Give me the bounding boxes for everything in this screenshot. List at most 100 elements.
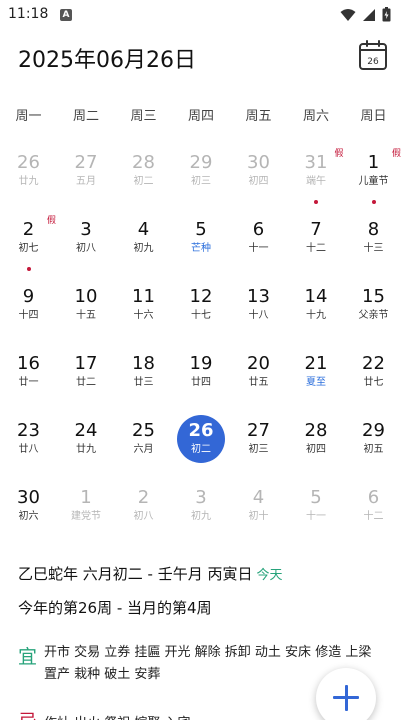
day-cell[interactable]: 29 初五 bbox=[345, 413, 402, 473]
lunar-date-text: 乙巳蛇年 六月初二 - 壬午月 丙寅日 bbox=[18, 565, 253, 583]
weekday-label: 周六 bbox=[302, 109, 329, 124]
weekday-label: 周日 bbox=[360, 109, 387, 124]
day-number: 9 bbox=[22, 286, 35, 307]
day-cell[interactable]: 14 十九 bbox=[288, 279, 345, 339]
day-number: 6 bbox=[367, 487, 380, 508]
day-cell[interactable]: 13 十八 bbox=[230, 279, 287, 339]
lunar-day: 十八 bbox=[248, 310, 269, 321]
day-cell[interactable]: 25 六月 bbox=[115, 413, 172, 473]
lunar-day: 十六 bbox=[133, 310, 154, 321]
day-cell[interactable]: 3 初九 bbox=[173, 480, 230, 540]
lunar-day: 初二 bbox=[191, 444, 211, 455]
day-cell[interactable]: 26 廿九 bbox=[0, 145, 57, 205]
day-cell[interactable]: 24 廿九 bbox=[58, 413, 115, 473]
day-cell[interactable]: 16 廿一 bbox=[0, 346, 57, 406]
wifi-icon bbox=[340, 8, 356, 21]
day-number: 29 bbox=[362, 420, 385, 441]
lunar-day: 廿一 bbox=[18, 377, 39, 388]
day-number: 23 bbox=[17, 420, 40, 441]
holiday-badge: 假 bbox=[46, 216, 56, 226]
lunar-day: 廿九 bbox=[76, 444, 96, 455]
day-cell[interactable]: 6 十二 bbox=[345, 480, 402, 540]
week-number-line: 今年的第26周 - 当月的第4周 bbox=[18, 599, 212, 617]
day-cell[interactable]: 30 初六 bbox=[0, 480, 57, 540]
lunar-day: 十一 bbox=[248, 243, 269, 254]
plus-icon-vertical bbox=[344, 685, 348, 711]
day-cell[interactable]: 6 十一 bbox=[230, 212, 287, 272]
day-number: 14 bbox=[304, 286, 328, 307]
day-number: 19 bbox=[189, 353, 213, 374]
holiday-badge: 假 bbox=[391, 149, 401, 159]
day-cell[interactable]: 5 芒种 bbox=[173, 212, 230, 272]
calendar-icon-day: 26 bbox=[367, 57, 379, 67]
page-title: 2025年06月26日 bbox=[18, 48, 196, 73]
lunar-day: 初二 bbox=[133, 176, 154, 187]
add-event-button[interactable] bbox=[316, 668, 376, 720]
day-cell[interactable]: 27 初三 bbox=[230, 413, 287, 473]
day-cell[interactable]: 15 父亲节 bbox=[345, 279, 402, 339]
day-cell[interactable]: 12 十七 bbox=[173, 279, 230, 339]
day-cell[interactable]: 22 廿七 bbox=[345, 346, 402, 406]
day-cell[interactable]: 19 廿四 bbox=[173, 346, 230, 406]
day-number: 15 bbox=[362, 286, 385, 307]
lunar-day: 十四 bbox=[18, 310, 39, 321]
day-cell[interactable]: 3 初八 bbox=[58, 212, 115, 272]
day-number: 28 bbox=[304, 420, 328, 441]
day-cell[interactable]: 30 初四 bbox=[230, 145, 287, 205]
day-cell[interactable]: 29 初三 bbox=[173, 145, 230, 205]
today-label: 今天 bbox=[256, 568, 283, 583]
cellular-signal-icon bbox=[363, 8, 375, 21]
lunar-day: 儿童节 bbox=[358, 176, 389, 187]
lunar-day: 初十 bbox=[248, 511, 269, 522]
day-cell[interactable]: 28 初四 bbox=[288, 413, 345, 473]
day-number: 2 bbox=[137, 487, 150, 508]
day-cell-selected[interactable]: 26 初二 bbox=[173, 413, 230, 473]
yi-label: 宜 bbox=[18, 646, 38, 668]
lunar-day: 十七 bbox=[191, 310, 211, 321]
day-cell[interactable]: 27 五月 bbox=[58, 145, 115, 205]
lunar-date-line: 乙巳蛇年 六月初二 - 壬午月 丙寅日 今天 bbox=[18, 563, 283, 584]
weekday-label: 周五 bbox=[245, 109, 272, 124]
day-cell[interactable]: 18 廿三 bbox=[115, 346, 172, 406]
day-cell[interactable]: 21 夏至 bbox=[288, 346, 345, 406]
today-calendar-button[interactable]: 26 bbox=[358, 39, 388, 71]
calendar-icon: 26 bbox=[359, 40, 387, 70]
day-cell[interactable]: 4 初十 bbox=[230, 480, 287, 540]
day-cell[interactable]: 10 十五 bbox=[58, 279, 115, 339]
almanac-ji: 忌 作灶 出火 祭祀 嫁娶 入宅 bbox=[18, 705, 318, 720]
day-number: 30 bbox=[247, 152, 270, 173]
day-number: 30 bbox=[17, 487, 40, 508]
day-number: 11 bbox=[132, 286, 155, 307]
day-cell[interactable]: 1 儿童节假 bbox=[345, 145, 402, 205]
day-cell[interactable]: 2 初七假 bbox=[0, 212, 57, 272]
day-cell[interactable]: 31 端午假 bbox=[288, 145, 345, 205]
day-cell[interactable]: 5 十一 bbox=[288, 480, 345, 540]
day-cell[interactable]: 17 廿二 bbox=[58, 346, 115, 406]
lunar-day: 廿三 bbox=[133, 377, 154, 388]
day-cell[interactable]: 23 廿八 bbox=[0, 413, 57, 473]
day-number: 12 bbox=[189, 286, 213, 307]
day-cell[interactable]: 2 初八 bbox=[115, 480, 172, 540]
day-number: 4 bbox=[252, 487, 265, 508]
day-number: 26 bbox=[188, 420, 214, 441]
day-number: 8 bbox=[367, 219, 380, 240]
event-dot bbox=[314, 200, 318, 204]
day-cell[interactable]: 9 十四 bbox=[0, 279, 57, 339]
lunar-day: 初四 bbox=[248, 176, 269, 187]
day-cell[interactable]: 4 初九 bbox=[115, 212, 172, 272]
day-cell[interactable]: 11 十六 bbox=[115, 279, 172, 339]
day-cell[interactable]: 28 初二 bbox=[115, 145, 172, 205]
holiday-badge: 假 bbox=[334, 149, 344, 159]
day-number: 26 bbox=[17, 152, 40, 173]
notification-app-icon: A bbox=[60, 9, 72, 21]
day-number: 22 bbox=[362, 353, 385, 374]
day-cell[interactable]: 7 十二 bbox=[288, 212, 345, 272]
lunar-day: 十五 bbox=[76, 310, 96, 321]
day-cell[interactable]: 1 建党节 bbox=[58, 480, 115, 540]
day-cell[interactable]: 20 廿五 bbox=[230, 346, 287, 406]
day-number: 27 bbox=[247, 420, 270, 441]
day-cell[interactable]: 8 十三 bbox=[345, 212, 402, 272]
day-number: 5 bbox=[310, 487, 322, 508]
weekday-header: 周一 周二 周三 周四 周五 周六 周日 bbox=[0, 105, 405, 125]
lunar-day: 十二 bbox=[306, 243, 326, 254]
